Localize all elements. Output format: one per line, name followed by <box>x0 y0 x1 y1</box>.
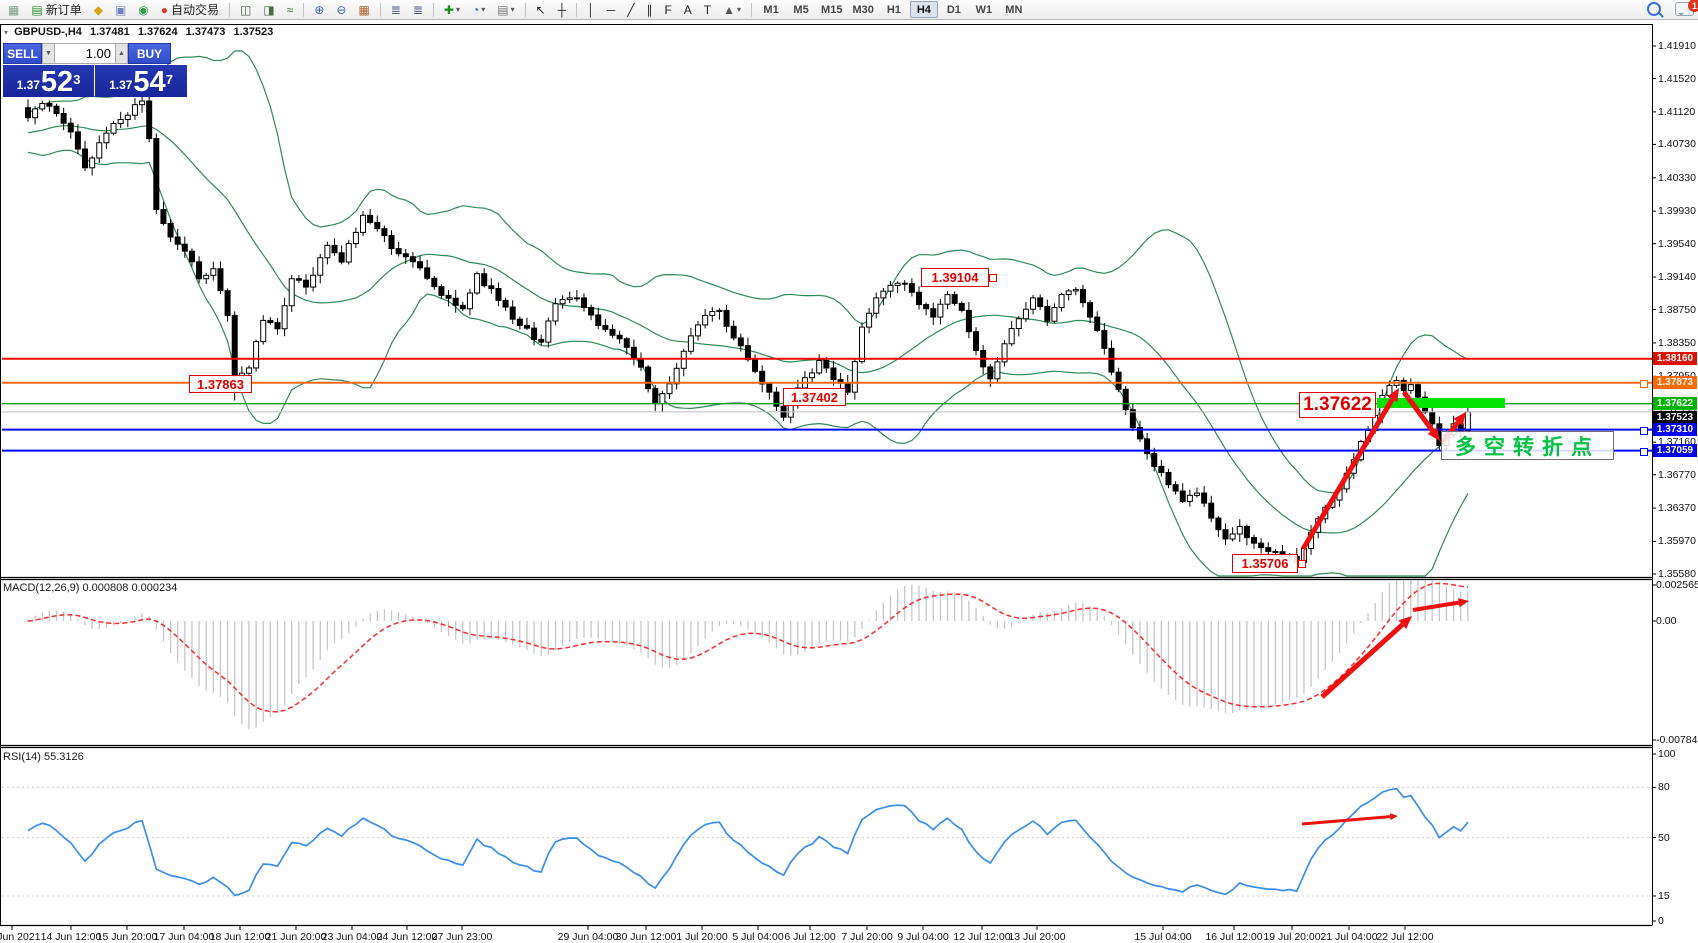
macd-axis-tick: 0.002565 <box>1656 579 1698 591</box>
turning-point-label[interactable]: 多空转折点 <box>1441 431 1614 460</box>
price-axis-tick: 1.39540 <box>1658 238 1696 250</box>
time-axis-label: 13 Jul 20:00 <box>994 931 1080 943</box>
price-axis-tick: 1.39930 <box>1658 205 1696 217</box>
price-label-139104-handle[interactable] <box>989 274 997 282</box>
price-label-135706-handle[interactable] <box>1298 560 1306 568</box>
macd-pane-label: MACD(12,26,9) 0.000808 0.000234 <box>3 582 177 594</box>
chart-collapse-icon[interactable]: ▾ <box>4 28 8 37</box>
volume-increase-button[interactable]: ▲ <box>115 43 128 64</box>
sell-price-point: 3 <box>73 65 80 95</box>
buy-price[interactable]: 1.37 54 7 <box>95 65 187 97</box>
rsi-flat-arrow[interactable] <box>1302 813 1398 824</box>
quote-high: 1.37624 <box>138 26 178 38</box>
quote-line: ▾ GBPUSD-,H4 1.37481 1.37624 1.37473 1.3… <box>4 26 278 38</box>
sell-price-pips: 52 <box>41 69 73 95</box>
mt4-window: ▦▤新订单◆▣◉●自动交易◫◨≈⊕⊖▦≣≣✚▾◔▾▤▾↖┼│─╱∥FAT▲▾M1… <box>0 0 1698 943</box>
price-axis-tick: 1.35970 <box>1658 535 1696 547</box>
price-axis-tick: 1.41520 <box>1658 73 1696 85</box>
time-axis-label: 27 Jun 23:00 <box>419 931 505 943</box>
macd-name: MACD(12,26,9) <box>3 582 79 594</box>
chart-canvas[interactable] <box>0 0 1698 943</box>
rsi-pane-label: RSI(14) 55.3126 <box>3 751 84 763</box>
rsi-value: 55.3126 <box>44 751 84 763</box>
price-axis-tick: 1.36770 <box>1658 469 1696 481</box>
support-line-137310-handle[interactable] <box>1640 427 1648 435</box>
price-axis-tick: 1.41910 <box>1658 40 1696 52</box>
macd-axis-tick: -0.007847 <box>1656 734 1698 746</box>
sell-button[interactable]: SELL <box>3 43 42 64</box>
price-axis-tick: 1.40330 <box>1658 172 1696 184</box>
support-line-137059-handle[interactable] <box>1640 448 1648 456</box>
buy-price-point: 7 <box>166 65 173 95</box>
resistance-line-138160-badge: 1.38160 <box>1653 352 1697 365</box>
volume-decrease-button[interactable]: ▼ <box>42 43 55 64</box>
price-axis-tick: 1.36370 <box>1658 502 1696 514</box>
quote-low: 1.37473 <box>186 26 226 38</box>
rsi-axis-tick: 100 <box>1658 748 1676 760</box>
resistance-line-137873-badge: 1.37873 <box>1653 376 1697 389</box>
rsi-axis-tick: 80 <box>1658 781 1670 793</box>
buy-price-figure: 1.37 <box>109 75 132 95</box>
pivot-line-137622-badge: 1.37622 <box>1653 397 1697 410</box>
price-label-137863[interactable]: 1.37863 <box>189 375 252 393</box>
sell-price-figure: 1.37 <box>17 75 40 95</box>
support-line-137310-badge: 1.37310 <box>1653 423 1697 436</box>
price-label-139104[interactable]: 1.39104 <box>921 268 989 287</box>
price-axis-tick: 1.38350 <box>1658 337 1696 349</box>
rsi-axis-tick: 50 <box>1658 832 1670 844</box>
price-axis-tick: 1.40730 <box>1658 138 1696 150</box>
price-axis-tick: 1.39140 <box>1658 271 1696 283</box>
price-label-135706[interactable]: 1.35706 <box>1232 554 1298 573</box>
macd-main-value: 0.000808 <box>82 582 128 594</box>
resistance-line-137873-handle[interactable] <box>1640 380 1648 388</box>
buy-price-pips: 54 <box>133 69 165 95</box>
candles <box>26 93 1471 566</box>
rsi-axis-tick: 15 <box>1658 890 1670 902</box>
sell-price[interactable]: 1.37 52 3 <box>3 65 94 97</box>
buy-button[interactable]: BUY <box>128 43 171 64</box>
rsi-axis-tick: 0 <box>1658 915 1664 927</box>
support-line-137059-badge: 1.37059 <box>1653 444 1697 457</box>
current-price-line-badge: 1.37523 <box>1653 411 1697 424</box>
price-axis-tick: 1.38750 <box>1658 304 1696 316</box>
price-label-137622[interactable]: 1.37622 <box>1299 392 1376 418</box>
price-label-137402[interactable]: 1.37402 <box>783 388 846 406</box>
one-click-trading-panel: SELL ▼ ▲ BUY 1.37 52 3 1.37 54 7 <box>3 43 187 97</box>
volume-input[interactable] <box>55 43 115 64</box>
rsi-name: RSI(14) <box>3 751 41 763</box>
time-axis-label: 22 Jul 12:00 <box>1362 931 1448 943</box>
quote-open: 1.37481 <box>90 26 130 38</box>
macd-signal-value: 0.000234 <box>131 582 177 594</box>
price-axis-tick: 1.41120 <box>1658 106 1695 118</box>
macd-up-arrow[interactable] <box>1322 616 1412 697</box>
quote-close: 1.37523 <box>233 26 273 38</box>
quote-symbol: GBPUSD-,H4 <box>14 26 82 38</box>
macd-axis-tick: 0.00 <box>1656 615 1676 627</box>
